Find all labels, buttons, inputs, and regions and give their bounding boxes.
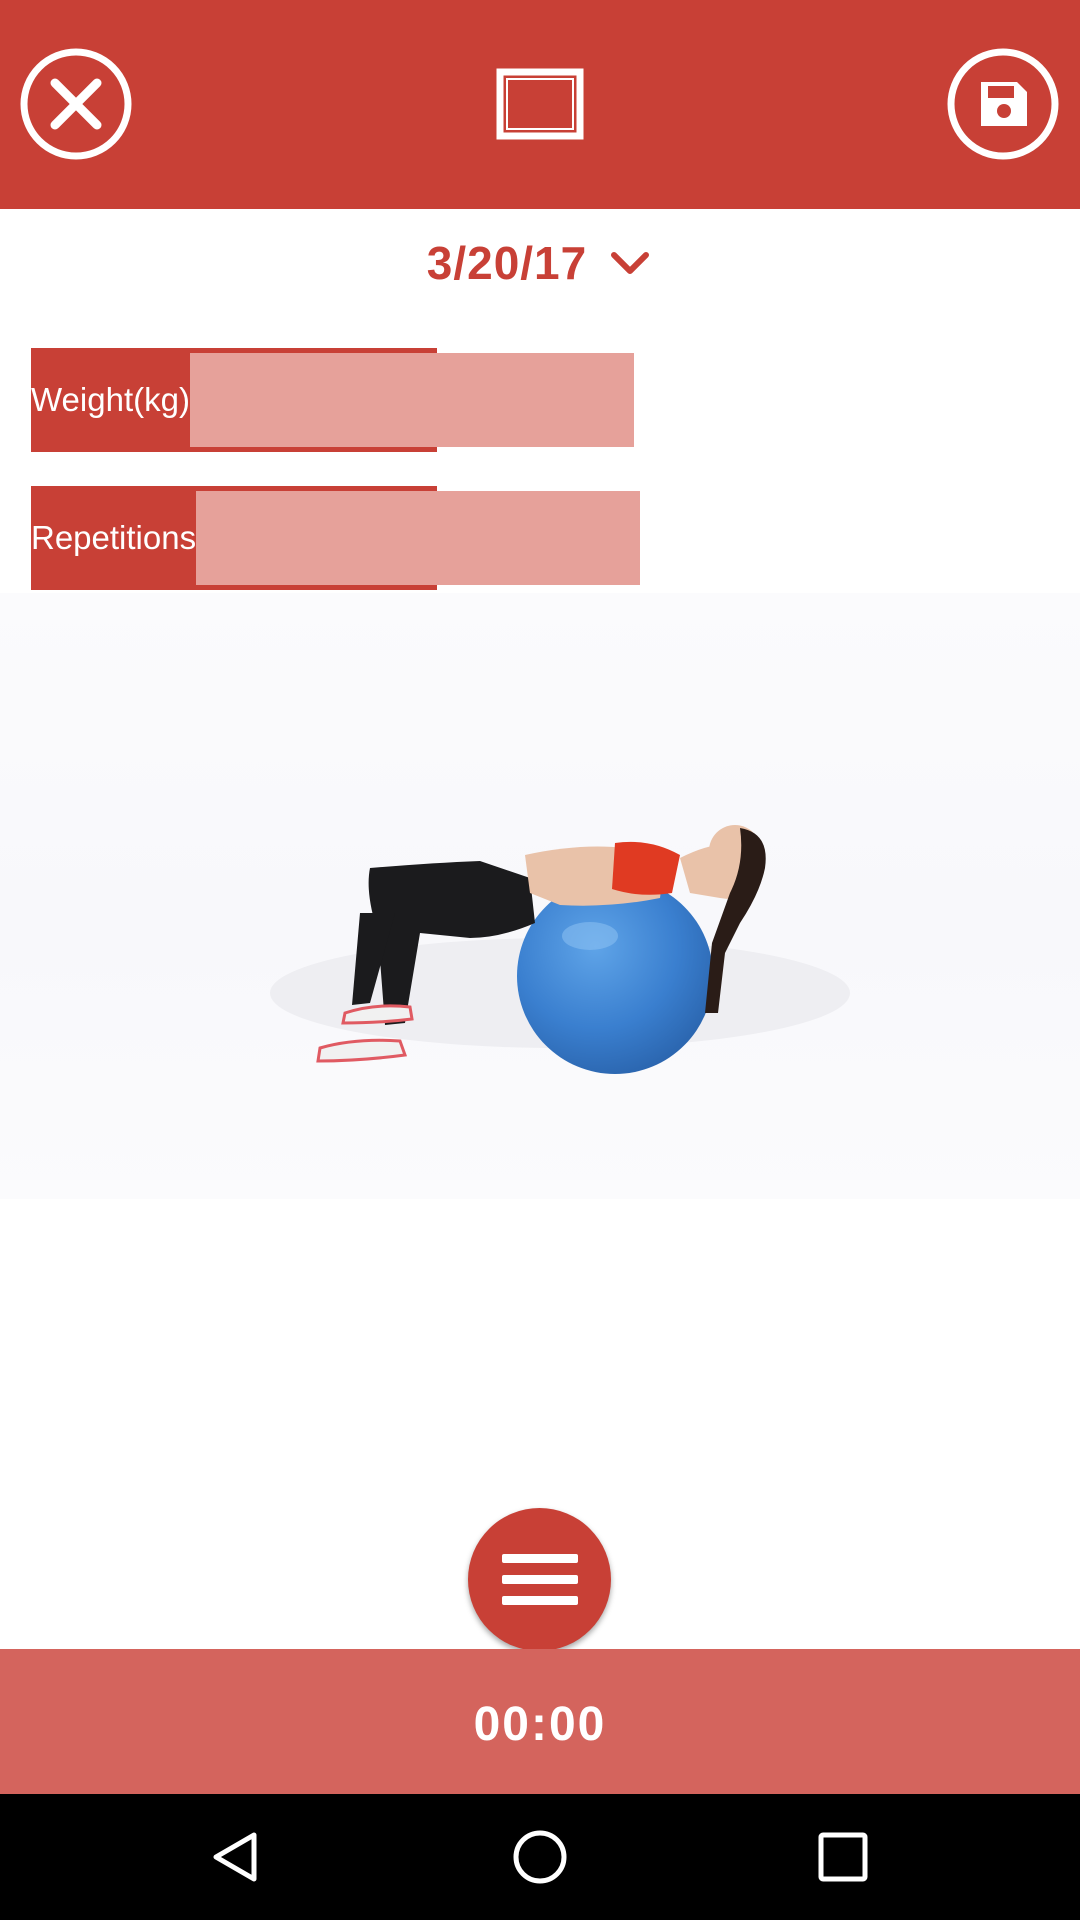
menu-button[interactable] bbox=[468, 1508, 611, 1651]
date-selector[interactable]: 3/20/17 bbox=[0, 230, 1080, 296]
home-circle-icon bbox=[513, 1830, 567, 1884]
home-button[interactable] bbox=[510, 1827, 570, 1887]
repetitions-label: Repetitions bbox=[31, 519, 197, 556]
timer-value: 00:00 bbox=[473, 1698, 607, 1751]
back-button[interactable] bbox=[206, 1827, 266, 1887]
close-button[interactable] bbox=[20, 48, 132, 160]
view-toggle-button[interactable] bbox=[488, 58, 592, 150]
exercise-image bbox=[0, 593, 1080, 1199]
repetitions-input[interactable] bbox=[196, 491, 641, 585]
save-floppy-icon bbox=[947, 48, 1059, 160]
close-circle-icon bbox=[20, 48, 132, 160]
chevron-down-icon bbox=[607, 240, 653, 286]
rectangle-view-icon bbox=[496, 68, 584, 140]
timer-bar: 00:00 bbox=[0, 1649, 1080, 1794]
back-triangle-icon bbox=[213, 1832, 257, 1882]
top-app-bar bbox=[0, 0, 1080, 209]
weight-input[interactable] bbox=[189, 353, 634, 447]
exercise-illustration bbox=[270, 825, 850, 1074]
menu-hamburger-icon bbox=[501, 1553, 578, 1605]
date-value: 3/20/17 bbox=[426, 237, 588, 289]
recent-apps-square-icon bbox=[818, 1832, 868, 1882]
save-button[interactable] bbox=[947, 48, 1059, 160]
recent-apps-button[interactable] bbox=[813, 1827, 873, 1887]
weight-field: Weight(kg) bbox=[31, 348, 634, 452]
repetitions-field: Repetitions bbox=[31, 486, 641, 590]
weight-label: Weight(kg) bbox=[31, 381, 190, 418]
system-nav-bar bbox=[0, 1794, 1080, 1920]
